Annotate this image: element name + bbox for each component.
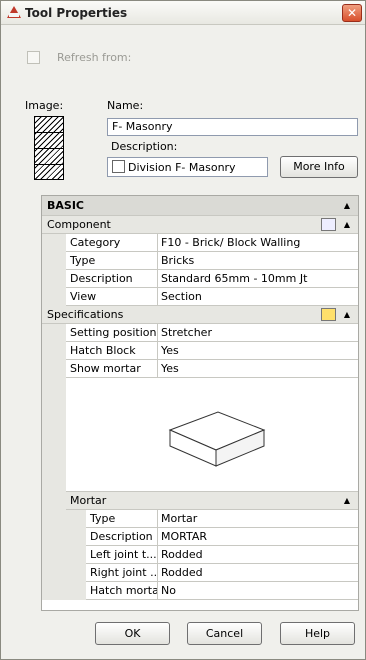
property-key: Description [86,528,158,546]
property-row[interactable]: Type Mortar [42,510,358,528]
image-label: Image: [25,99,64,112]
property-value[interactable]: MORTAR [159,528,207,545]
basic-category-row[interactable]: BASIC ▲ [42,196,358,216]
collapse-icon[interactable]: ▲ [344,216,350,233]
description-dropdown-icon[interactable] [112,160,125,173]
property-key: Description [66,270,158,288]
property-value[interactable]: F10 - Brick/ Block Walling [159,234,300,251]
property-row[interactable]: Category F10 - Brick/ Block Walling [42,234,358,252]
property-row[interactable]: Hatch mortar No [42,582,358,600]
property-value[interactable]: Rodded [159,546,203,563]
property-value[interactable]: Section [159,288,202,305]
property-value[interactable]: No [159,582,176,599]
specifications-settings-icon[interactable] [321,308,336,321]
autocad-app-icon [7,6,21,18]
property-row[interactable]: View Section [42,288,358,306]
property-key: Type [66,252,158,270]
property-key: Category [66,234,158,252]
collapse-icon[interactable]: ▲ [344,492,350,509]
property-value[interactable]: Bricks [159,252,194,269]
property-value[interactable]: Yes [159,360,179,377]
property-grid: BASIC ▲ Component ▲ Category F10 - Brick/… [41,195,359,611]
basic-label: BASIC [47,199,84,212]
description-value: Division F- Masonry [128,161,236,174]
property-row[interactable]: Type Bricks [42,252,358,270]
close-button[interactable]: ✕ [342,4,362,22]
property-value[interactable]: Mortar [159,510,197,527]
property-key: Hatch Block [66,342,158,360]
ok-button[interactable]: OK [95,622,170,645]
title-bar[interactable]: Tool Properties ✕ [1,1,365,25]
property-key: Show mortar [66,360,158,378]
property-key: Left joint t... [86,546,158,564]
description-field[interactable]: Division F- Masonry [107,157,268,177]
description-label: Description: [111,140,178,153]
collapse-icon[interactable]: ▲ [344,196,350,215]
refresh-label: Refresh from: [57,51,132,64]
collapse-icon[interactable]: ▲ [344,306,350,323]
cancel-button[interactable]: Cancel [187,622,262,645]
help-button[interactable]: Help [280,622,355,645]
property-key: Type [86,510,158,528]
property-row[interactable]: Show mortar Yes [42,360,358,378]
refresh-checkbox[interactable] [27,51,40,64]
component-category-row[interactable]: Component ▲ [42,216,358,234]
property-key: Setting position [66,324,158,342]
property-row[interactable]: Right joint ... Rodded [42,564,358,582]
property-value[interactable]: Rodded [159,564,203,581]
property-key: Hatch mortar [86,582,158,600]
mortar-category-row[interactable]: Mortar ▲ [42,492,358,510]
property-value[interactable]: Standard 65mm - 10mm Jt [159,270,307,287]
brick-preview-image [168,411,266,467]
property-value[interactable]: Stretcher [159,324,212,341]
specifications-label: Specifications [47,308,124,321]
property-key: View [66,288,158,306]
mortar-label: Mortar [70,494,107,507]
name-label: Name: [107,99,144,112]
property-key: Right joint ... [86,564,158,582]
more-info-button[interactable]: More Info [280,156,358,178]
property-row[interactable]: Hatch Block Yes [42,342,358,360]
property-row[interactable]: Setting position Stretcher [42,324,358,342]
brick-preview [66,378,358,492]
property-row[interactable]: Left joint t... Rodded [42,546,358,564]
property-row[interactable]: Description Standard 65mm - 10mm Jt [42,270,358,288]
property-value[interactable]: Yes [159,342,179,359]
specifications-category-row[interactable]: Specifications ▲ [42,306,358,324]
window-title: Tool Properties [25,6,128,20]
component-settings-icon[interactable] [321,218,336,231]
property-row[interactable]: Description MORTAR [42,528,358,546]
component-label: Component [47,218,111,231]
name-input[interactable]: F- Masonry [107,118,358,136]
tool-properties-window: Tool Properties ✕ Refresh from: Image: N… [0,0,366,660]
masonry-hatch-image[interactable] [34,116,64,180]
